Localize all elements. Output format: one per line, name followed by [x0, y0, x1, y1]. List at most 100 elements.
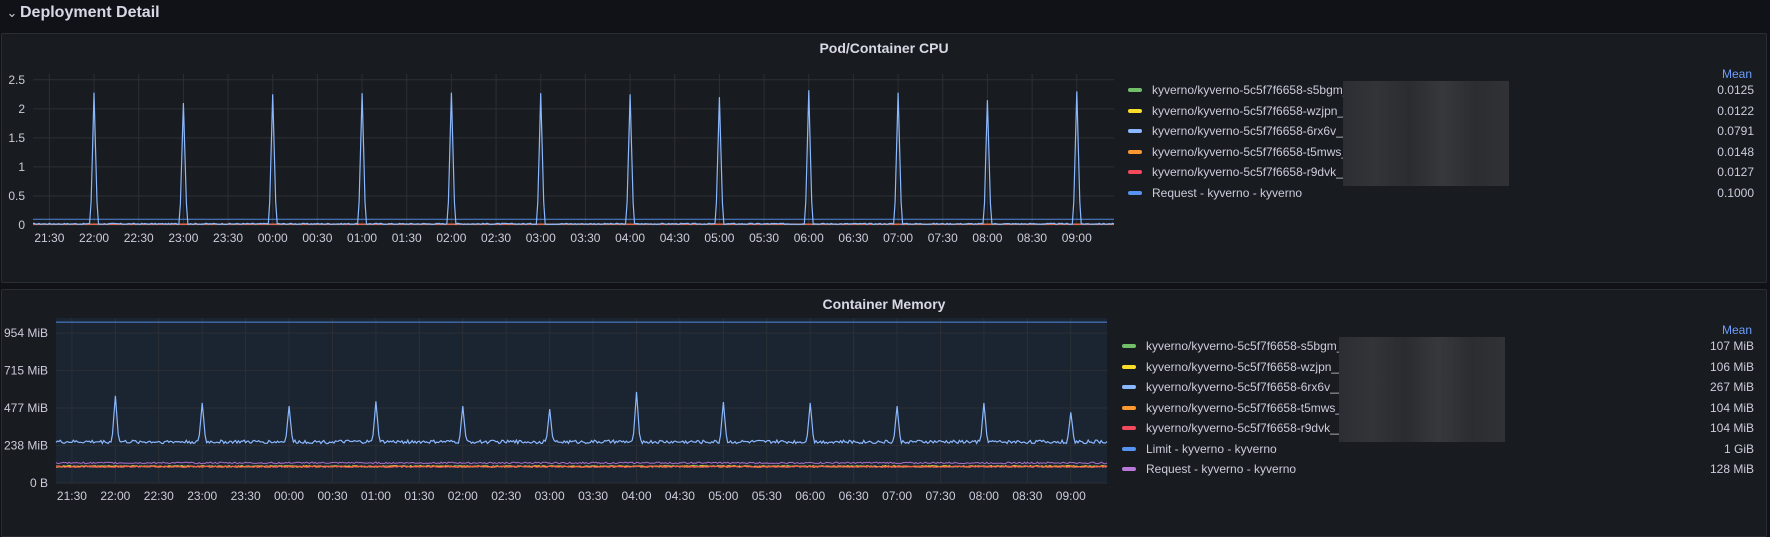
y-tick-label: 954 MiB: [4, 326, 48, 340]
legend-series-name: Request - kyverno - kyverno: [1152, 185, 1303, 200]
legend-mean-value: 0.0148: [1717, 144, 1754, 159]
legend-color-swatch: [1122, 364, 1136, 369]
legend-series-name: kyverno/kyverno-5c5f7f6658-s5bgm__on_: [1152, 83, 1352, 97]
legend-series-name: kyverno/kyverno-5c5f7f6658-t5mws__on_: [1146, 400, 1346, 415]
x-tick-label: 07:00: [883, 231, 913, 245]
chevron-down-icon[interactable]: ⌄: [6, 5, 18, 21]
legend-mean-value: 0.0122: [1717, 103, 1754, 118]
x-tick-label: 22:30: [144, 489, 174, 503]
x-tick-label: 03:30: [570, 231, 600, 245]
x-tick-label: 21:30: [34, 231, 64, 245]
x-tick-label: 06:30: [838, 231, 868, 245]
legend-mean-value: 0.0127: [1717, 165, 1754, 179]
legend-mean-value: 267 MiB: [1709, 380, 1754, 394]
x-tick-label: 01:30: [392, 231, 422, 245]
legend-mean-value: 107 MiB: [1709, 339, 1754, 353]
y-tick-label: 0.5: [8, 189, 25, 203]
legend-color-swatch: [1128, 170, 1142, 174]
legend-series-name: kyverno/kyverno-5c5f7f6658-r9dvk__on_: [1152, 165, 1352, 179]
legend-series-name: kyverno/kyverno-5c5f7f6658-r9dvk__on_l: [1146, 421, 1346, 435]
x-tick-label: 03:00: [535, 489, 565, 503]
x-tick-label: 08:30: [1012, 489, 1042, 503]
row-title[interactable]: Deployment Detail: [20, 4, 160, 22]
x-tick-label: 01:30: [404, 489, 434, 503]
legend-mean-value: 0.0791: [1717, 124, 1754, 138]
memory-chart[interactable]: 21:30 22:00 22:30 23:00 23:30 00:00 00:30 01:00…: [2, 290, 1117, 536]
x-tick-label: 01:00: [361, 489, 391, 503]
legend-color-swatch: [1128, 108, 1142, 113]
y-tick-label: 2: [18, 102, 25, 116]
plot-area-fill: [56, 318, 1107, 483]
series-line[interactable]: [33, 90, 1115, 226]
x-tick-label: 04:00: [621, 489, 651, 503]
legend-series-name: Request - kyverno - kyverno: [1146, 462, 1297, 476]
x-tick-label: 07:00: [882, 489, 912, 503]
legend-color-swatch: [1122, 405, 1136, 410]
x-tick-label: 06:30: [839, 489, 869, 503]
x-tick-label: 23:00: [187, 489, 217, 503]
legend-series-name: kyverno/kyverno-5c5f7f6658-wzjpn__on_: [1152, 103, 1352, 118]
memory-panel: Container Memory 21:30 22:00 22:30 23:00 23:…: [1, 289, 1767, 537]
legend-mean-value: 128 MiB: [1709, 462, 1754, 476]
x-tick-label: 01:00: [347, 231, 377, 245]
x-tick-label: 22:00: [79, 231, 109, 245]
legend-color-swatch: [1128, 88, 1142, 92]
x-tick-label: 22:00: [100, 489, 130, 503]
x-tick-label: 09:00: [1062, 231, 1092, 245]
y-tick-label: 0 B: [30, 476, 48, 490]
x-tick-label: 23:30: [213, 231, 243, 245]
x-tick-label: 02:00: [436, 231, 466, 245]
cpu-chart[interactable]: 21:30 22:00 22:30 23:00 23:30 00:00 00:30 01:00…: [2, 34, 1122, 282]
x-tick-label: 00:00: [274, 489, 304, 503]
x-tick-label: 22:30: [124, 231, 154, 245]
x-tick-label: 03:00: [526, 231, 556, 245]
legend-mean-value: 0.1000: [1717, 185, 1754, 200]
x-tick-label: 00:30: [317, 489, 347, 503]
x-tick-label: 05:00: [704, 231, 734, 245]
x-tick-label: 08:00: [972, 231, 1002, 245]
x-tick-label: 06:00: [795, 489, 825, 503]
legend-color-swatch: [1128, 190, 1142, 195]
x-tick-label: 07:30: [928, 231, 958, 245]
legend-color-swatch: [1122, 467, 1136, 471]
x-tick-label: 00:30: [302, 231, 332, 245]
memory-legend: Mean kyverno/kyverno-5c5f7f6658-s5bgm__o…: [1122, 323, 1754, 493]
y-tick-label: 1.5: [8, 131, 25, 145]
legend-item[interactable]: Request - kyverno - kyverno 128 MiB: [1122, 458, 1754, 480]
legend-color-swatch: [1122, 385, 1136, 389]
legend-mean-value: 0.0125: [1717, 83, 1754, 97]
cpu-legend: Mean kyverno/kyverno-5c5f7f6658-s5bgm__o…: [1128, 67, 1754, 207]
x-tick-label: 02:30: [491, 489, 521, 503]
legend-series-name: Limit - kyverno - kyverno: [1146, 441, 1277, 456]
x-tick-label: 23:00: [168, 231, 198, 245]
legend-series-name: kyverno/kyverno-5c5f7f6658-6rx6v__on_: [1152, 124, 1352, 138]
legend-color-swatch: [1122, 344, 1136, 348]
legend-series-name: kyverno/kyverno-5c5f7f6658-t5mws__on_: [1152, 144, 1352, 159]
x-tick-label: 06:00: [794, 231, 824, 245]
legend-mean-value: 106 MiB: [1709, 359, 1754, 374]
x-tick-label: 03:30: [578, 489, 608, 503]
legend-color-swatch: [1122, 426, 1136, 430]
x-tick-label: 05:00: [708, 489, 738, 503]
y-tick-label: 715 MiB: [4, 364, 48, 378]
legend-color-swatch: [1122, 446, 1136, 451]
x-tick-label: 04:30: [660, 231, 690, 245]
x-tick-label: 04:00: [615, 231, 645, 245]
x-tick-label: 21:30: [57, 489, 87, 503]
legend-color-swatch: [1128, 129, 1142, 133]
x-tick-label: 09:00: [1056, 489, 1086, 503]
x-tick-label: 23:30: [231, 489, 261, 503]
x-tick-label: 08:30: [1017, 231, 1047, 245]
redacted-area: [1343, 81, 1509, 186]
x-tick-label: 05:30: [749, 231, 779, 245]
legend-color-swatch: [1128, 149, 1142, 154]
legend-mean-value: 1 GiB: [1723, 441, 1754, 456]
y-tick-label: 2.5: [8, 73, 25, 87]
redacted-area: [1339, 337, 1505, 442]
legend-series-name: kyverno/kyverno-5c5f7f6658-s5bgm__on_: [1146, 339, 1346, 353]
legend-series-name: kyverno/kyverno-5c5f7f6658-wzjpn__on_: [1146, 359, 1346, 374]
y-tick-label: 477 MiB: [4, 401, 48, 415]
y-tick-label: 1: [18, 160, 25, 174]
row-header-deployment-detail[interactable]: ⌄ Deployment Detail: [0, 0, 1770, 26]
x-tick-label: 08:00: [969, 489, 999, 503]
